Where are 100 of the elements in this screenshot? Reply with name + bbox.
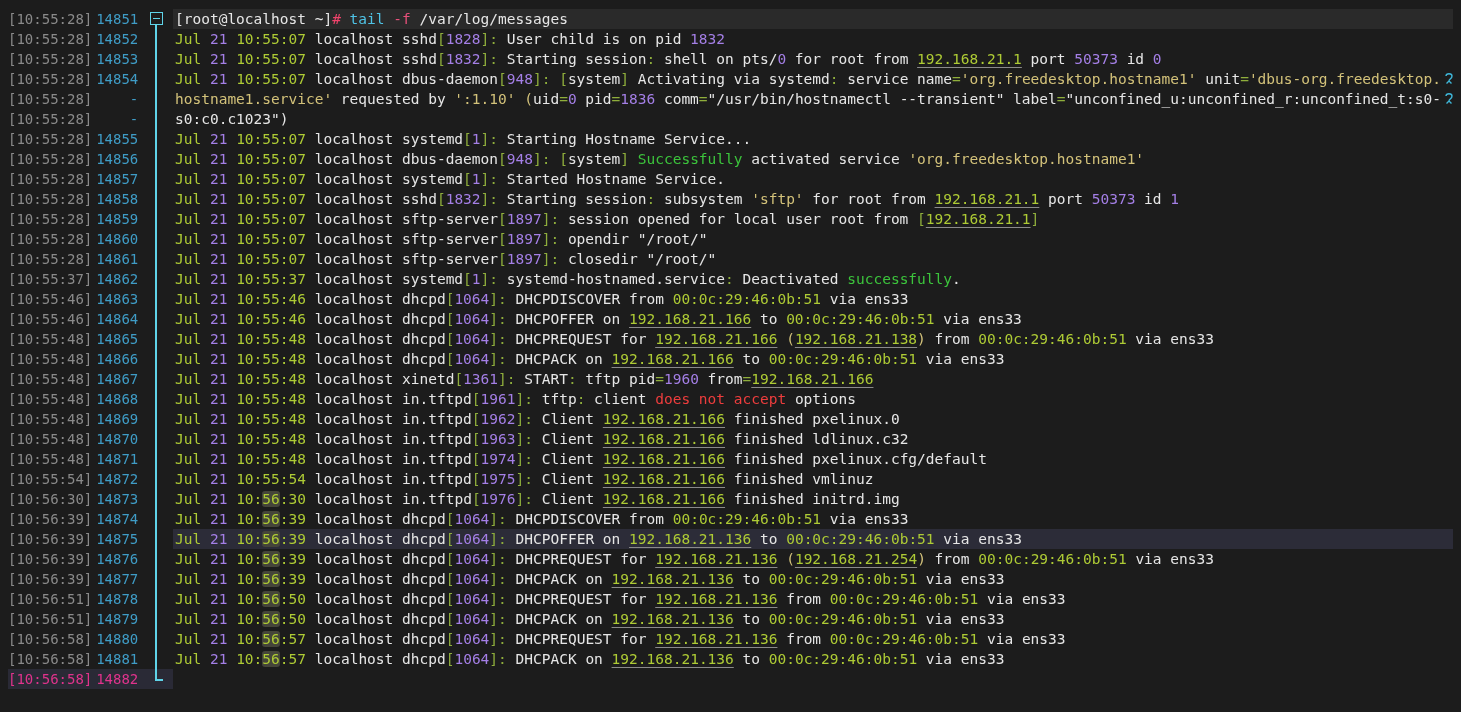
line-number: 14864	[95, 310, 139, 329]
timestamp: [10:56:39]	[8, 570, 93, 589]
line-number: 14872	[95, 470, 139, 489]
log-line: Jul 21 10:56:50 localhost dhcpd[1064]: DHCPREQUEST for 192.168.21.136 from 00:0c:29:46:0b:51 via ens33	[175, 590, 1066, 609]
log-line: Jul 21 10:56:57 localhost dhcpd[1064]: DHCPREQUEST for 192.168.21.136 from 00:0c:29:46:0b:51 via ens33	[175, 630, 1066, 649]
timestamp: [10:55:48]	[8, 370, 93, 389]
line-number: 14854	[95, 70, 139, 89]
timestamp: [10:55:28]	[8, 70, 93, 89]
line-number: -	[128, 90, 139, 109]
line-number: 14853	[95, 50, 139, 69]
timestamp: [10:55:46]	[8, 290, 93, 309]
timestamp: [10:56:51]	[8, 610, 93, 629]
log-line: Jul 21 10:55:07 localhost dbus-daemon[948]: [system] Activating via systemd: service name='org.freedesktop.hostname1' unit='dbus-org.freedesktop.	[175, 70, 1441, 89]
log-line: Jul 21 10:56:39 localhost dhcpd[1064]: DHCPACK on 192.168.21.136 to 00:0c:29:46:0b:51 via ens33	[175, 570, 1005, 589]
log-line: Jul 21 10:55:48 localhost in.tftpd[1963]: Client 192.168.21.166 finished ldlinux.c32	[175, 430, 909, 449]
timestamp: [10:55:28]	[8, 170, 93, 189]
line-number: 14856	[95, 150, 139, 169]
timestamp: [10:55:28]	[8, 230, 93, 249]
log-line: Jul 21 10:55:48 localhost in.tftpd[1974]: Client 192.168.21.166 finished pxelinux.cfg/default	[175, 450, 987, 469]
timestamp: [10:56:58]	[8, 670, 93, 689]
timestamp: [10:55:48]	[8, 330, 93, 349]
line-number: 14874	[95, 510, 139, 529]
line-number: 14858	[95, 190, 139, 209]
line-number: 14851	[95, 10, 139, 29]
log-line: Jul 21 10:55:48 localhost dhcpd[1064]: DHCPACK on 192.168.21.166 to 00:0c:29:46:0b:51 via ens33	[175, 350, 1005, 369]
timestamp: [10:55:28]	[8, 30, 93, 49]
timestamp: [10:56:58]	[8, 630, 93, 649]
line-number: 14866	[95, 350, 139, 369]
log-line: Jul 21 10:55:07 localhost systemd[1]: Started Hostname Service.	[175, 170, 726, 189]
log-line: Jul 21 10:55:37 localhost systemd[1]: systemd-hostnamed.service: Deactivated successfully.	[175, 270, 961, 289]
log-line: Jul 21 10:56:39 localhost dhcpd[1064]: DHCPOFFER on 192.168.21.136 to 00:0c:29:46:0b:51 via ens33	[175, 530, 1022, 549]
line-number: 14876	[95, 550, 139, 569]
log-line: Jul 21 10:55:07 localhost sshd[1828]: User child is on pid 1832	[175, 30, 726, 49]
log-line: Jul 21 10:55:46 localhost dhcpd[1064]: DHCPOFFER on 192.168.21.166 to 00:0c:29:46:0b:51 via ens33	[175, 310, 1022, 329]
command-line: [root@localhost ~]# tail -f /var/log/messages	[175, 10, 568, 29]
log-line-continuation: hostname1.service' requested by ':1.10' (uid=0 pid=1836 comm="/usr/bin/hostnamectl --transient" label="unconfined_u:unconfined_r:unconfined_t:s0-	[175, 90, 1441, 109]
log-line: Jul 21 10:56:50 localhost dhcpd[1064]: DHCPACK on 192.168.21.136 to 00:0c:29:46:0b:51 via ens33	[175, 610, 1005, 629]
log-line: Jul 21 10:56:30 localhost in.tftpd[1976]: Client 192.168.21.166 finished initrd.img	[175, 490, 900, 509]
line-number: 14870	[95, 430, 139, 449]
line-number: 14880	[95, 630, 139, 649]
line-number: 14861	[95, 250, 139, 269]
log-line: Jul 21 10:56:39 localhost dhcpd[1064]: DHCPDISCOVER from 00:0c:29:46:0b:51 via ens33	[175, 510, 909, 529]
log-line: Jul 21 10:55:07 localhost sftp-server[1897]: closedir "/root/"	[175, 250, 717, 269]
timestamp: [10:55:28]	[8, 190, 93, 209]
timestamp: [10:55:37]	[8, 270, 93, 289]
line-number: 14857	[95, 170, 139, 189]
log-line: Jul 21 10:55:07 localhost sftp-server[1897]: opendir "/root/"	[175, 230, 708, 249]
line-number: 14871	[95, 450, 139, 469]
line-number: 14855	[95, 130, 139, 149]
log-line: Jul 21 10:55:48 localhost in.tftpd[1962]: Client 192.168.21.166 finished pxelinux.0	[175, 410, 900, 429]
timestamp: [10:55:28]	[8, 130, 93, 149]
log-line: Jul 21 10:55:48 localhost xinetd[1361]: START: tftp pid=1960 from=192.168.21.166	[175, 370, 874, 389]
log-line: Jul 21 10:56:39 localhost dhcpd[1064]: DHCPREQUEST for 192.168.21.136 (192.168.21.254) from 00:0c:29:46:0b:51 via ens33	[175, 550, 1214, 569]
timestamp: [10:55:48]	[8, 450, 93, 469]
line-number: 14863	[95, 290, 139, 309]
line-number: 14868	[95, 390, 139, 409]
timestamp: [10:55:28]	[8, 10, 93, 29]
line-number: 14865	[95, 330, 139, 349]
line-number: 14869	[95, 410, 139, 429]
log-line: Jul 21 10:55:07 localhost systemd[1]: Starting Hostname Service...	[175, 130, 752, 149]
timestamp: [10:55:28]	[8, 250, 93, 269]
line-number: 14859	[95, 210, 139, 229]
log-line: Jul 21 10:55:54 localhost in.tftpd[1975]: Client 192.168.21.166 finished vmlinuz	[175, 470, 874, 489]
timestamp: [10:56:39]	[8, 550, 93, 569]
timestamp: [10:55:48]	[8, 350, 93, 369]
line-number: 14879	[95, 610, 139, 629]
timestamp: [10:56:30]	[8, 490, 93, 509]
timestamp: [10:56:51]	[8, 590, 93, 609]
line-number: 14862	[95, 270, 139, 289]
log-line: Jul 21 10:56:57 localhost dhcpd[1064]: DHCPACK on 192.168.21.136 to 00:0c:29:46:0b:51 via ens33	[175, 650, 1005, 669]
line-number: -	[128, 110, 139, 129]
timestamp: [10:56:39]	[8, 510, 93, 529]
timestamp: [10:55:28]	[8, 210, 93, 229]
log-line: Jul 21 10:55:48 localhost dhcpd[1064]: DHCPREQUEST for 192.168.21.166 (192.168.21.138) from 00:0c:29:46:0b:51 via ens33	[175, 330, 1214, 349]
timestamp: [10:55:46]	[8, 310, 93, 329]
log-line: Jul 21 10:55:07 localhost sshd[1832]: Starting session: subsystem 'sftp' for root from 192.168.21.1 port 50373 id 1	[175, 190, 1180, 209]
line-number: 14875	[95, 530, 139, 549]
log-line: Jul 21 10:55:07 localhost dbus-daemon[948]: [system] Successfully activated service 'org.freedesktop.hostname1'	[175, 150, 1145, 169]
timestamp: [10:56:58]	[8, 650, 93, 669]
timestamp: [10:55:28]	[8, 110, 93, 129]
timestamp: [10:55:28]	[8, 150, 93, 169]
timestamp: [10:55:28]	[8, 50, 93, 69]
timestamp: [10:56:39]	[8, 530, 93, 549]
line-number: 14882	[95, 670, 139, 689]
line-number: 14852	[95, 30, 139, 49]
line-number: 14881	[95, 650, 139, 669]
line-number: 14878	[95, 590, 139, 609]
timestamp: [10:55:28]	[8, 90, 93, 109]
log-line: Jul 21 10:55:48 localhost in.tftpd[1961]: tftp: client does not accept options	[175, 390, 856, 409]
log-line: Jul 21 10:55:07 localhost sftp-server[1897]: session opened for local user root from [192.168.21.1]	[175, 210, 1040, 229]
line-number: 14860	[95, 230, 139, 249]
timestamp: [10:55:54]	[8, 470, 93, 489]
timestamp: [10:55:48]	[8, 430, 93, 449]
line-number: 14867	[95, 370, 139, 389]
line-number: 14877	[95, 570, 139, 589]
collapse-icon[interactable]	[150, 12, 163, 25]
timestamp: [10:55:48]	[8, 390, 93, 409]
log-line-continuation: s0:c0.c1023")	[175, 110, 289, 129]
log-line: Jul 21 10:55:46 localhost dhcpd[1064]: DHCPDISCOVER from 00:0c:29:46:0b:51 via ens33	[175, 290, 909, 309]
line-number: 14873	[95, 490, 139, 509]
